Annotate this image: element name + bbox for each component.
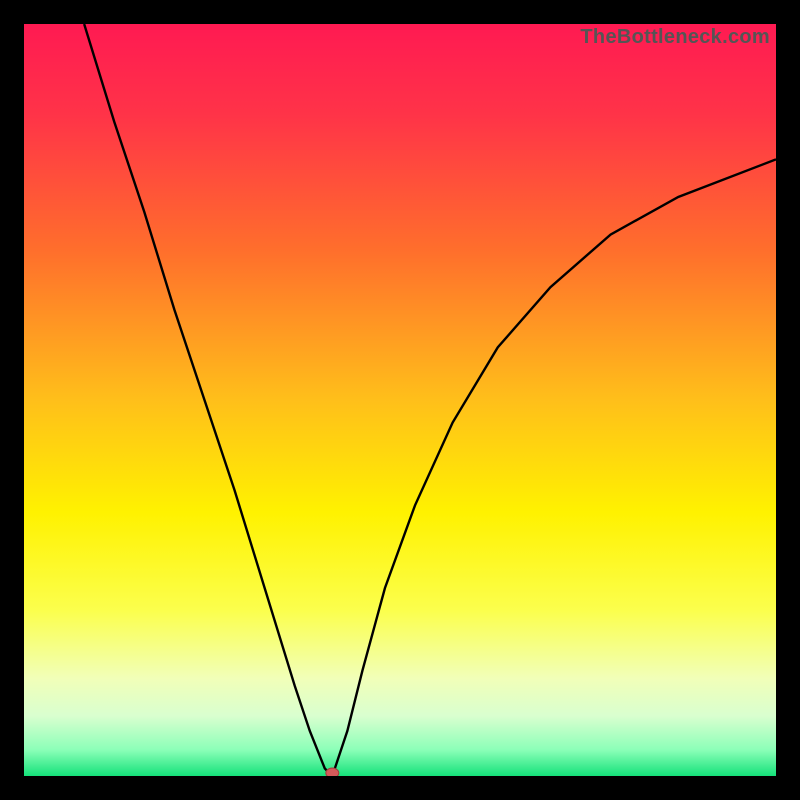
plot-area: TheBottleneck.com bbox=[24, 24, 776, 776]
gradient-background bbox=[24, 24, 776, 776]
optimal-point-marker bbox=[326, 768, 339, 776]
chart-svg bbox=[24, 24, 776, 776]
chart-frame: TheBottleneck.com bbox=[0, 0, 800, 800]
watermark-label: TheBottleneck.com bbox=[580, 26, 770, 49]
